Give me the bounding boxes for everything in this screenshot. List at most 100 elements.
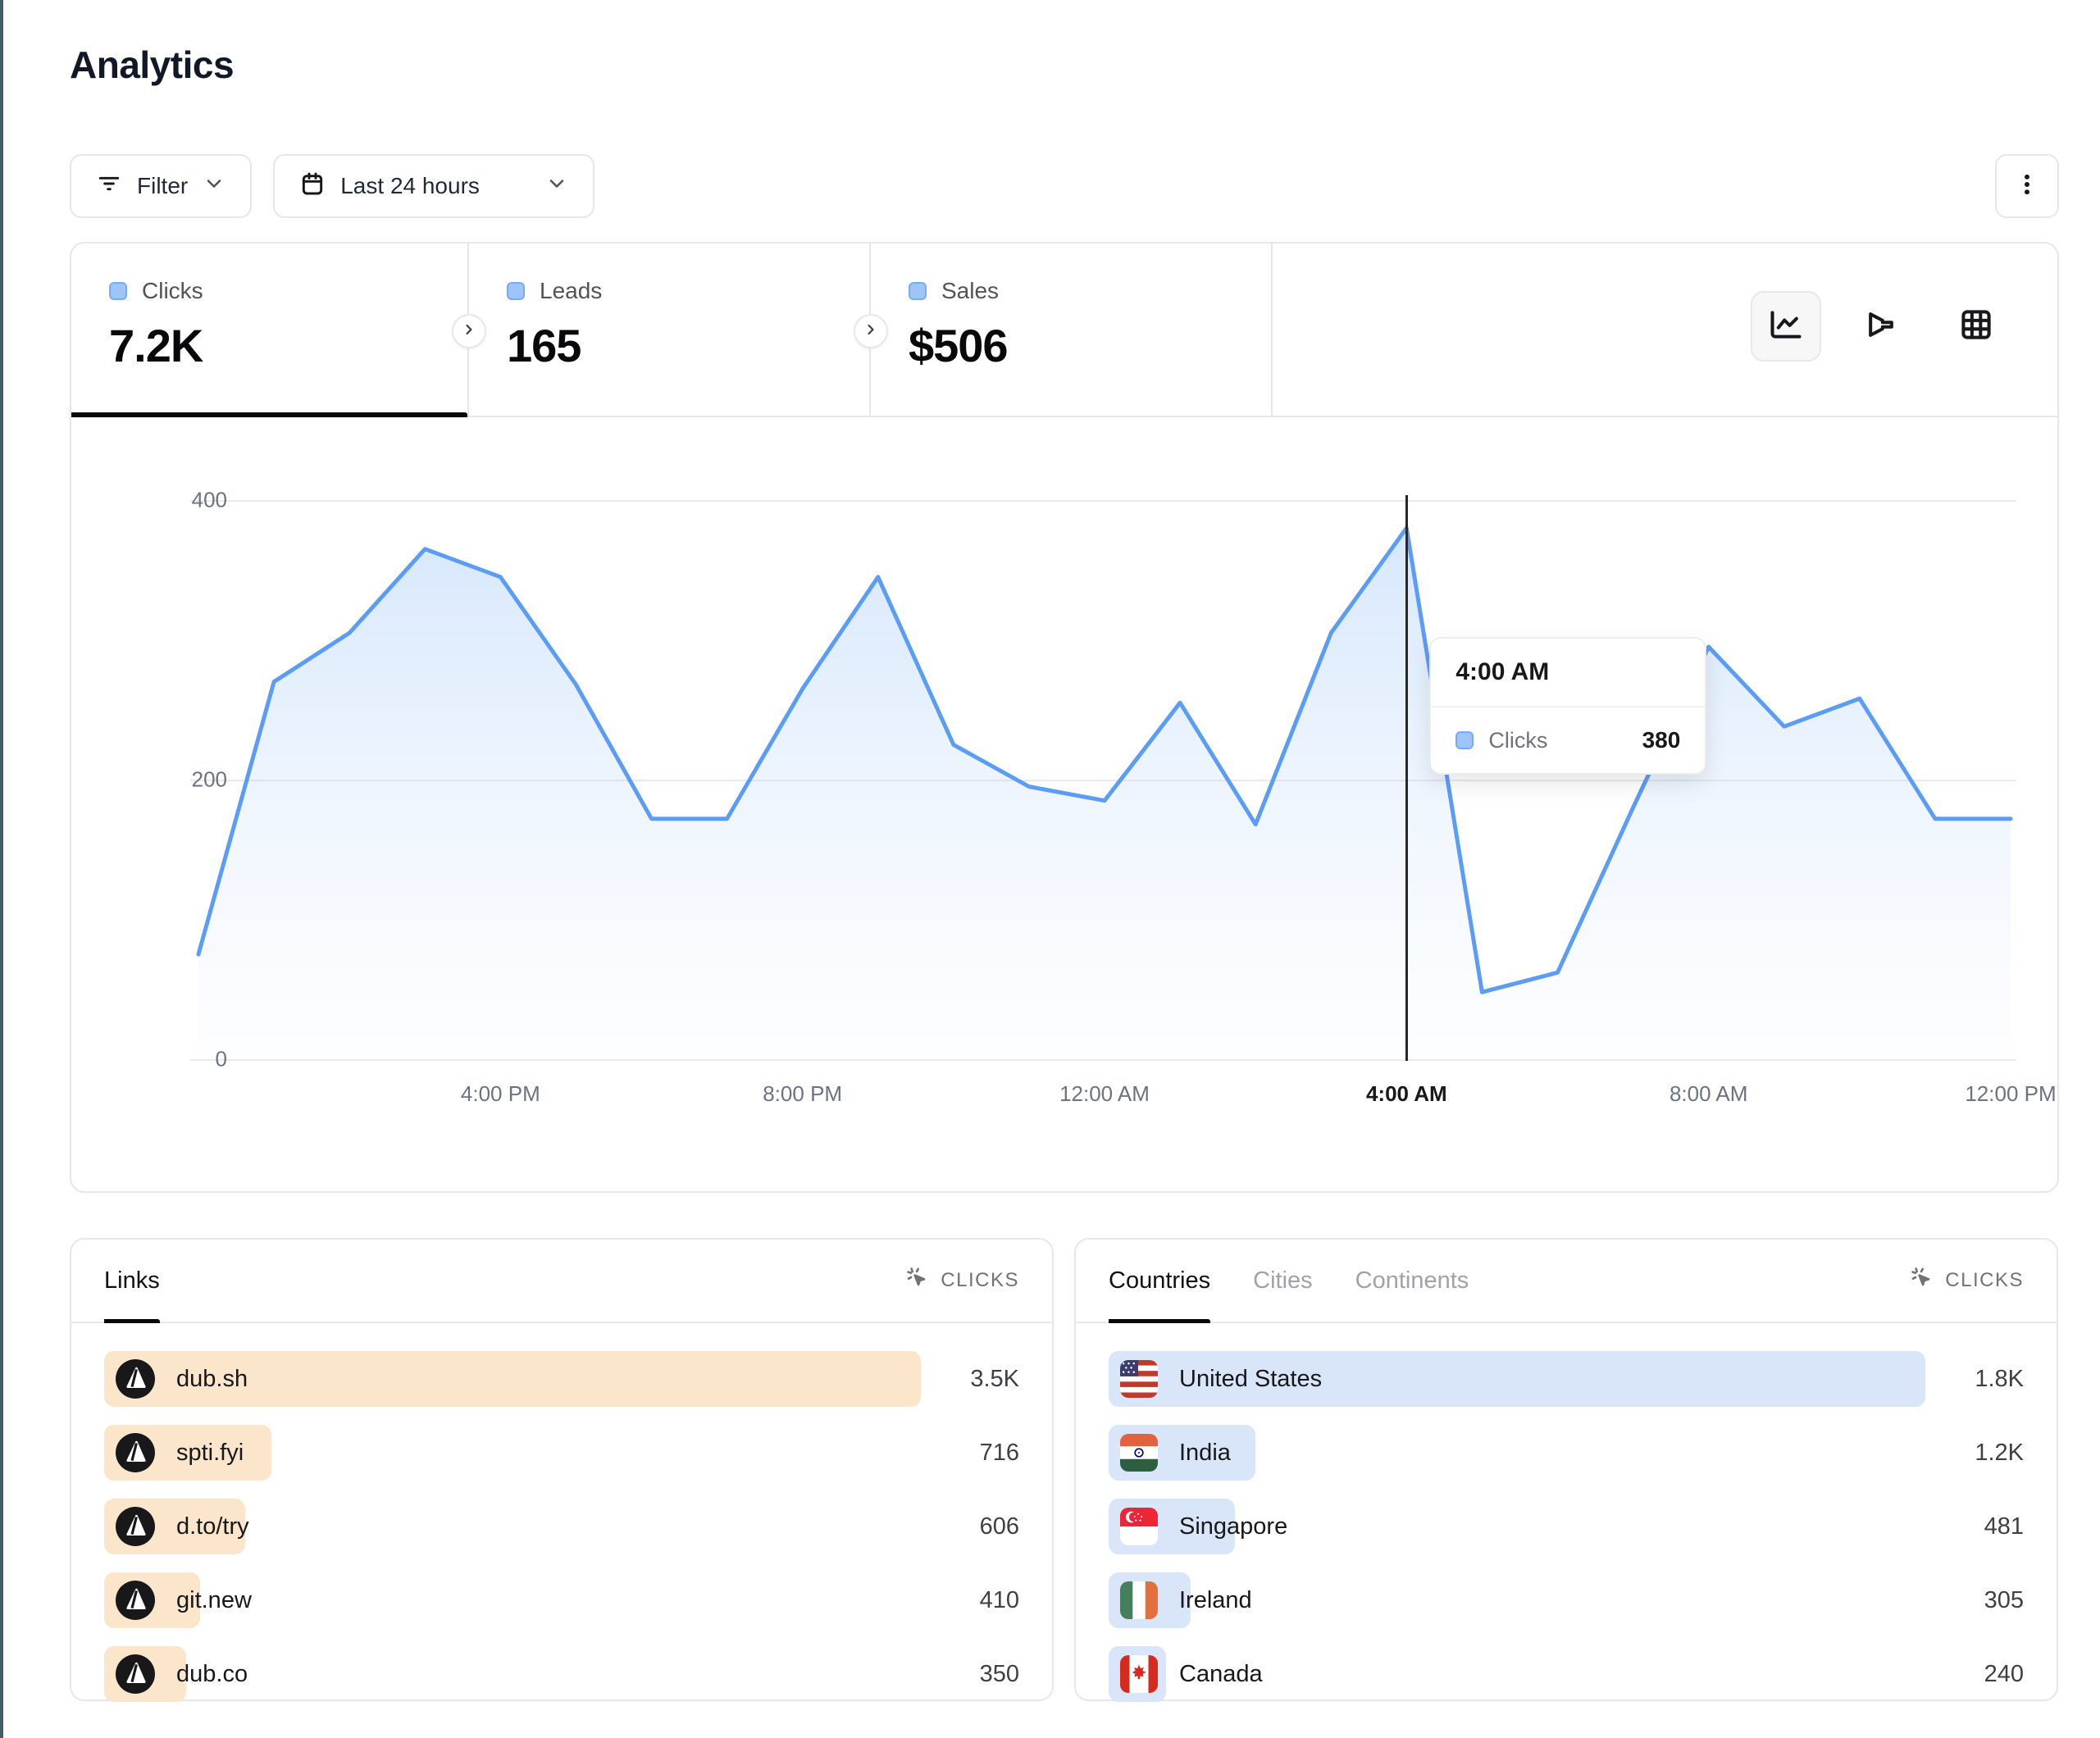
row-label: Singapore	[1179, 1513, 1287, 1540]
metric-header-label: CLICKS	[1945, 1269, 2024, 1292]
more-options-button[interactable]	[1995, 154, 2059, 218]
row-value: 1.2K	[1975, 1440, 2024, 1467]
table-view-button[interactable]	[1941, 291, 2011, 362]
country-row[interactable]: India 1.2K	[1109, 1425, 2024, 1481]
expand-leads-button[interactable]	[854, 314, 888, 348]
ca-flag-icon	[1120, 1655, 1158, 1693]
country-row[interactable]: Canada240	[1109, 1646, 2024, 1702]
dub-logo-icon	[116, 1581, 155, 1620]
row-value: 350	[980, 1661, 1019, 1688]
row-value: 240	[1984, 1661, 2024, 1688]
chevron-down-icon	[545, 172, 568, 201]
kebab-vertical-icon	[2013, 171, 2041, 202]
row-value: 606	[980, 1513, 1019, 1540]
metric-header-label: CLICKS	[941, 1269, 1019, 1292]
filter-button[interactable]: Filter	[70, 154, 252, 218]
clicks-legend-chip	[109, 282, 127, 300]
metric-label: Leads	[540, 278, 602, 304]
pointer-click-icon	[904, 1265, 931, 1297]
links-metric-toggle[interactable]: CLICKS	[904, 1240, 1019, 1322]
date-range-button[interactable]: Last 24 hours	[273, 154, 594, 218]
x-axis-tick: 4:00 AM	[1366, 1081, 1447, 1107]
country-row[interactable]: Singapore 481	[1109, 1499, 2024, 1554]
row-value: 481	[1984, 1513, 2024, 1540]
chevron-right-icon	[863, 321, 879, 342]
clicks-area-chart: 400 200 0 4:00 AM Clicks 380 4:00 PM8:00…	[71, 417, 2057, 1191]
sales-legend-chip	[909, 282, 927, 300]
tab-sales[interactable]: Sales $506	[871, 243, 1273, 416]
in-flag-icon	[1120, 1434, 1158, 1472]
tab-label: Cities	[1253, 1267, 1313, 1294]
date-range-label: Last 24 hours	[340, 173, 480, 199]
link-row[interactable]: dub.co 350	[104, 1646, 1019, 1702]
row-label: dub.co	[176, 1661, 248, 1688]
chart-tooltip: 4:00 AM Clicks 380	[1429, 637, 1706, 775]
country-row[interactable]: Ireland305	[1109, 1572, 2024, 1628]
countries-list: United States 1.8K India 1.2K Singapore 481 Ir…	[1076, 1323, 2057, 1730]
row-label: United States	[1179, 1366, 1322, 1393]
tooltip-series-label: Clicks	[1488, 728, 1547, 753]
tab-cities[interactable]: Cities	[1253, 1240, 1313, 1322]
row-value: 410	[980, 1587, 1019, 1614]
x-axis-tick: 8:00 AM	[1670, 1081, 1747, 1107]
x-axis-tick: 8:00 PM	[763, 1081, 842, 1107]
row-label: Ireland	[1179, 1587, 1252, 1614]
country-row[interactable]: United States 1.8K	[1109, 1351, 2024, 1407]
table-grid-icon	[1958, 307, 1994, 347]
geo-metric-toggle[interactable]: CLICKS	[1909, 1240, 2024, 1322]
window-edge-divider	[0, 0, 3, 1738]
links-panel: Links CLICKS dub.sh3.5K spti.fyi 716 d.to/t…	[70, 1238, 1054, 1701]
tab-countries[interactable]: Countries	[1109, 1240, 1210, 1322]
links-list: dub.sh3.5K spti.fyi 716 d.to/try 606 git.new 4…	[71, 1323, 1052, 1730]
tab-label: Continents	[1355, 1267, 1469, 1294]
analytics-card: Clicks 7.2K Leads 165 Sales $506	[70, 242, 2059, 1193]
active-tab-underline	[104, 1319, 160, 1323]
chart-view-switcher	[1751, 291, 2011, 362]
row-value: 716	[980, 1440, 1019, 1467]
chevron-down-icon	[203, 172, 225, 201]
metric-value: 7.2K	[109, 319, 430, 372]
funnel-icon	[1863, 307, 1899, 347]
link-row[interactable]: spti.fyi 716	[104, 1425, 1019, 1481]
filter-button-label: Filter	[137, 173, 188, 199]
geo-panel-header: Countries Cities Continents CLICKS	[1076, 1240, 2057, 1323]
page-title: Analytics	[70, 43, 234, 87]
tab-leads[interactable]: Leads 165	[469, 243, 871, 416]
link-row[interactable]: d.to/try 606	[104, 1499, 1019, 1554]
filter-lines-icon	[96, 171, 122, 202]
dub-logo-icon	[116, 1507, 155, 1546]
tab-continents[interactable]: Continents	[1355, 1240, 1469, 1322]
row-label: India	[1179, 1440, 1231, 1467]
row-value: 3.5K	[970, 1366, 1019, 1393]
metric-label: Sales	[941, 278, 999, 304]
link-row[interactable]: dub.sh3.5K	[104, 1351, 1019, 1407]
active-tab-underline	[1109, 1319, 1210, 1323]
chevron-right-icon	[461, 321, 477, 342]
geo-panel: Countries Cities Continents CLICKS Unite…	[1074, 1238, 2058, 1701]
dub-logo-icon	[116, 1433, 155, 1472]
toolbar: Filter Last 24 hours	[70, 154, 594, 218]
row-label: d.to/try	[176, 1513, 249, 1540]
us-flag-icon	[1120, 1360, 1158, 1398]
links-panel-header: Links CLICKS	[71, 1240, 1052, 1323]
leads-legend-chip	[507, 282, 525, 300]
tab-links[interactable]: Links	[104, 1240, 160, 1322]
calendar-icon	[299, 171, 326, 202]
line-chart-view-button[interactable]	[1751, 291, 1821, 362]
tab-label: Links	[104, 1267, 160, 1294]
link-row[interactable]: git.new 410	[104, 1572, 1019, 1628]
chart-plot[interactable]	[190, 465, 2019, 1088]
row-value: 1.8K	[1975, 1366, 2024, 1393]
dub-logo-icon	[116, 1654, 155, 1694]
tab-clicks[interactable]: Clicks 7.2K	[71, 243, 469, 416]
bar-track	[1109, 1425, 1925, 1481]
dub-logo-icon	[116, 1359, 155, 1399]
row-label: spti.fyi	[176, 1440, 244, 1467]
expand-clicks-button[interactable]	[452, 314, 486, 348]
funnel-view-button[interactable]	[1846, 291, 1916, 362]
chart-area-fill	[198, 528, 2011, 1059]
pointer-click-icon	[1909, 1265, 1935, 1297]
row-label: git.new	[176, 1587, 252, 1614]
hover-crosshair	[1405, 495, 1408, 1061]
x-axis-tick: 12:00 PM	[1965, 1081, 2056, 1107]
